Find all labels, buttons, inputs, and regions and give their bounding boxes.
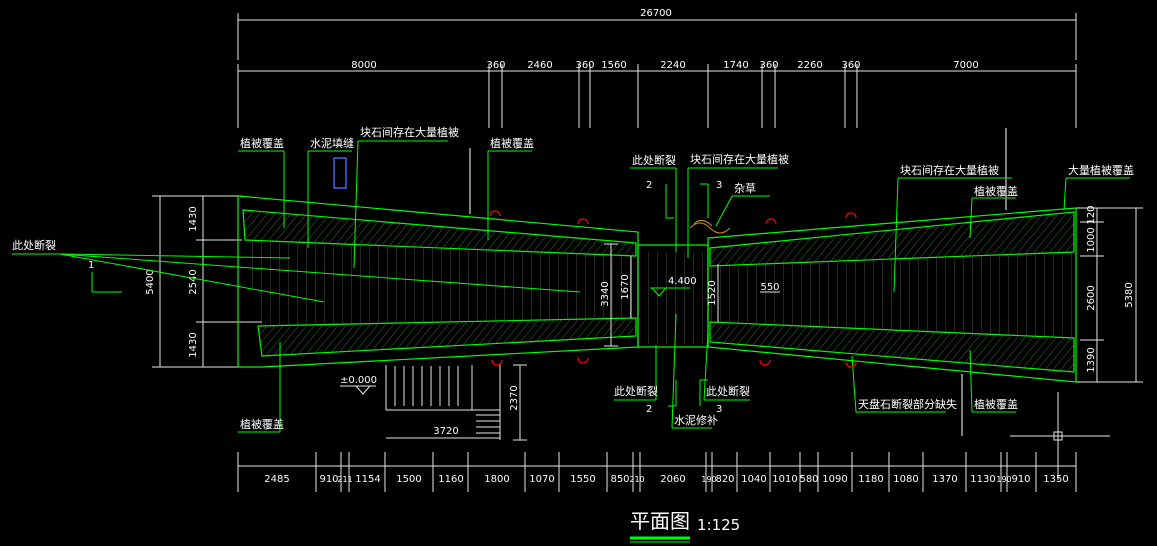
dim-top-4: 360 bbox=[575, 60, 594, 71]
dim-top-1: 8000 bbox=[351, 60, 376, 71]
dim-bottom-25: 1350 bbox=[1043, 474, 1068, 485]
dim-center-inner-right: 1520 bbox=[707, 280, 718, 305]
section-mark-2-bottom: 2 bbox=[646, 404, 652, 415]
dim-bottom-23: 190 bbox=[996, 475, 1011, 484]
dim-bottom-12: 2060 bbox=[660, 474, 685, 485]
bottom-dimension-lines bbox=[237, 452, 1077, 492]
dim-right-1: 120 bbox=[1086, 205, 1097, 224]
dim-right-2: 1000 bbox=[1086, 227, 1097, 252]
dim-center-inner-left: 1670 bbox=[620, 274, 631, 299]
dim-bottom-10: 850 bbox=[610, 474, 629, 485]
section-mark-3-bottom: 3 bbox=[716, 404, 722, 415]
dim-top-5: 1560 bbox=[601, 60, 626, 71]
label-vegetation-cover-bottom-left: 植被覆盖 bbox=[240, 417, 284, 431]
label-break-here-top: 此处断裂 bbox=[632, 153, 676, 167]
label-break-here-bottom-a: 此处断裂 bbox=[614, 384, 658, 398]
dim-left-1: 1430 bbox=[188, 206, 199, 231]
cad-drawing-canvas: 26700 8000 360 2460 360 1560 2240 1740 3… bbox=[12, 8, 1143, 543]
label-rock-gap-veg-a: 块石间存在大量植被 bbox=[360, 125, 459, 139]
dim-center-span: 3340 bbox=[600, 281, 611, 306]
dim-top-6: 2240 bbox=[660, 60, 685, 71]
dim-right-4: 1390 bbox=[1086, 347, 1097, 372]
dim-bottom-24: 910 bbox=[1011, 474, 1030, 485]
dim-bottom-13: 190 bbox=[701, 475, 716, 484]
label-vegetation-cover-bottom-right: 植被覆盖 bbox=[974, 397, 1018, 411]
dim-bottom-7: 1800 bbox=[484, 474, 509, 485]
dim-top-10: 360 bbox=[841, 60, 860, 71]
dim-bottom-19: 1180 bbox=[858, 474, 883, 485]
section-mark-1: 1 bbox=[88, 260, 94, 271]
label-cement-repair: 水泥修补 bbox=[674, 413, 718, 427]
dim-bottom-22: 1130 bbox=[970, 474, 995, 485]
dim-bottom-3: 211 bbox=[337, 475, 352, 484]
dim-bottom-5: 1500 bbox=[396, 474, 421, 485]
dim-top-2: 360 bbox=[486, 60, 505, 71]
dim-bottom-15: 1040 bbox=[741, 474, 766, 485]
dim-top-7: 1740 bbox=[723, 60, 748, 71]
dim-bottom-17: 580 bbox=[799, 474, 818, 485]
dim-bottom-9: 1550 bbox=[570, 474, 595, 485]
dim-bottom-6: 1160 bbox=[438, 474, 463, 485]
dim-bottom-1: 2485 bbox=[264, 474, 289, 485]
dim-top-3: 2460 bbox=[527, 60, 552, 71]
dim-stair-width: 3720 bbox=[433, 426, 458, 437]
elevation-center-label: 4.400 bbox=[668, 276, 697, 287]
dim-bottom-21: 1370 bbox=[932, 474, 957, 485]
label-break-here-left: 此处断裂 bbox=[12, 238, 56, 252]
label-rock-gap-veg-b: 块石间存在大量植被 bbox=[690, 152, 789, 166]
section-mark-3-top: 3 bbox=[716, 180, 722, 191]
label-weeds: 杂草 bbox=[734, 182, 756, 195]
label-break-here-bottom-b: 此处断裂 bbox=[706, 384, 750, 398]
label-vegetation-cover-c: 植被覆盖 bbox=[974, 184, 1018, 198]
section-mark-2-top: 2 bbox=[646, 180, 652, 191]
label-cement-joint: 水泥填缝 bbox=[310, 136, 354, 150]
label-vegetation-cover-b: 植被覆盖 bbox=[490, 136, 534, 150]
dim-right-3: 2600 bbox=[1086, 285, 1097, 310]
dim-left-total: 5400 bbox=[145, 269, 156, 294]
cursor-crosshair bbox=[1010, 392, 1110, 480]
dim-left-2: 2540 bbox=[188, 269, 199, 294]
dim-left-3: 1430 bbox=[188, 332, 199, 357]
dim-bottom-18: 1090 bbox=[822, 474, 847, 485]
dim-bottom-20: 1080 bbox=[893, 474, 918, 485]
dim-bottom-16: 1010 bbox=[772, 474, 797, 485]
dim-bottom-14: 820 bbox=[715, 474, 734, 485]
dim-overall-top: 26700 bbox=[640, 8, 672, 19]
dim-top-8: 360 bbox=[759, 60, 778, 71]
label-partial-loss: 天盘石断裂部分缺失 bbox=[858, 397, 957, 411]
dim-bottom-2: 910 bbox=[319, 474, 338, 485]
dim-bottom-8: 1070 bbox=[529, 474, 554, 485]
label-heavy-vegetation: 大量植被覆盖 bbox=[1068, 163, 1134, 177]
label-vegetation-cover-a: 植被覆盖 bbox=[240, 136, 284, 150]
cement-joint-symbol bbox=[333, 157, 347, 189]
dim-center-small: 550 bbox=[760, 282, 779, 293]
dim-top-11: 7000 bbox=[953, 60, 978, 71]
dim-top-9: 2260 bbox=[797, 60, 822, 71]
drawing-title: 平面图 bbox=[630, 509, 690, 533]
dim-stair-depth: 2370 bbox=[509, 385, 520, 410]
label-rock-gap-veg-c: 块石间存在大量植被 bbox=[900, 163, 999, 177]
dim-right-total: 5380 bbox=[1124, 282, 1135, 307]
dim-bottom-4: 1154 bbox=[355, 474, 380, 485]
elevation-marker-stair bbox=[340, 385, 376, 395]
drawing-scale: 1:125 bbox=[697, 516, 740, 534]
dim-bottom-11: 210 bbox=[629, 475, 644, 484]
elevation-stair-label: ±0.000 bbox=[340, 375, 377, 386]
weeds-symbol bbox=[689, 220, 731, 234]
